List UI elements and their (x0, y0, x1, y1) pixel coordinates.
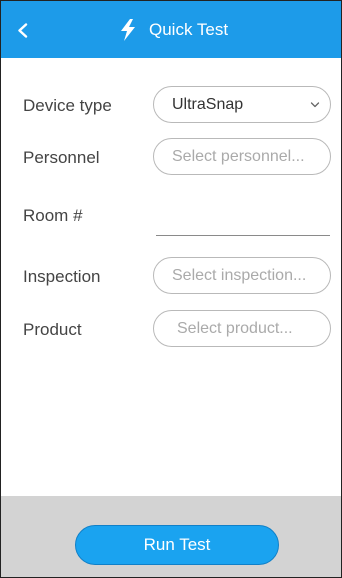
footer-bar: Run Test (1, 496, 341, 577)
back-button[interactable] (13, 21, 31, 39)
app-screen: Quick Test Device type UltraSnap Personn… (0, 0, 342, 578)
lightning-bolt-icon (121, 18, 135, 41)
room-label: Room # (23, 206, 83, 225)
run-test-label: Run Test (143, 535, 211, 554)
product-label: Product (23, 320, 82, 339)
inspection-label: Inspection (23, 267, 101, 286)
chevron-left-icon (17, 22, 27, 38)
room-input[interactable] (156, 235, 330, 236)
run-test-button[interactable]: Run Test (75, 525, 279, 565)
personnel-select[interactable]: Select personnel... (153, 138, 331, 175)
device-type-select[interactable]: UltraSnap (153, 86, 331, 123)
header-title-group: Quick Test (119, 1, 228, 58)
inspection-placeholder: Select inspection... (172, 266, 307, 284)
product-placeholder: Select product... (177, 319, 293, 337)
personnel-label: Personnel (23, 148, 100, 167)
device-type-label: Device type (23, 96, 112, 115)
chevron-down-icon (310, 102, 320, 108)
device-type-value: UltraSnap (172, 95, 244, 113)
page-title: Quick Test (149, 19, 229, 39)
product-select[interactable]: Select product... (153, 310, 331, 347)
header-bar: Quick Test (1, 1, 341, 58)
inspection-select[interactable]: Select inspection... (153, 257, 331, 294)
personnel-placeholder: Select personnel... (172, 147, 305, 165)
